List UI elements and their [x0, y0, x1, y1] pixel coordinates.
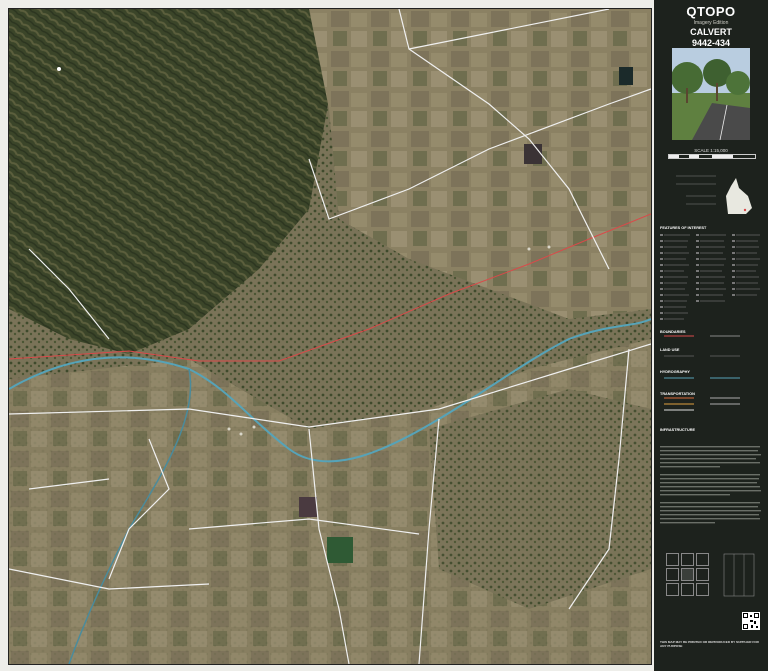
legend-heading-features: FEATURES OF INTEREST — [660, 226, 707, 230]
map-sheet: QTOPO Imagery Edition CALVERT 9442-434 S… — [0, 0, 768, 671]
adjoining-sheets-grid — [666, 553, 710, 597]
notes-text-block — [660, 446, 762, 546]
brand-title: QTOPO — [686, 4, 736, 19]
queensland-inset-icon — [666, 166, 758, 222]
legend-panel: QTOPO Imagery Edition CALVERT 9442-434 S… — [654, 0, 768, 671]
footer-line: THIS MAP MAY BE PRINTED OR REPRODUCED BY… — [660, 640, 759, 649]
sheet-name: CALVERT — [690, 27, 732, 37]
map-fold-diagram — [720, 550, 760, 600]
imagery-map[interactable] — [8, 8, 652, 665]
scale-bar — [668, 154, 756, 159]
qr-code-icon[interactable] — [742, 612, 760, 630]
imagery-map-svg — [9, 9, 651, 664]
edition-label: Imagery Edition — [693, 20, 729, 26]
scale-label: SCALE 1:15,000 — [694, 148, 728, 153]
cover-photo — [672, 48, 750, 140]
location-pin-icon — [57, 67, 61, 71]
sheet-number: 9442-434 — [691, 38, 731, 48]
